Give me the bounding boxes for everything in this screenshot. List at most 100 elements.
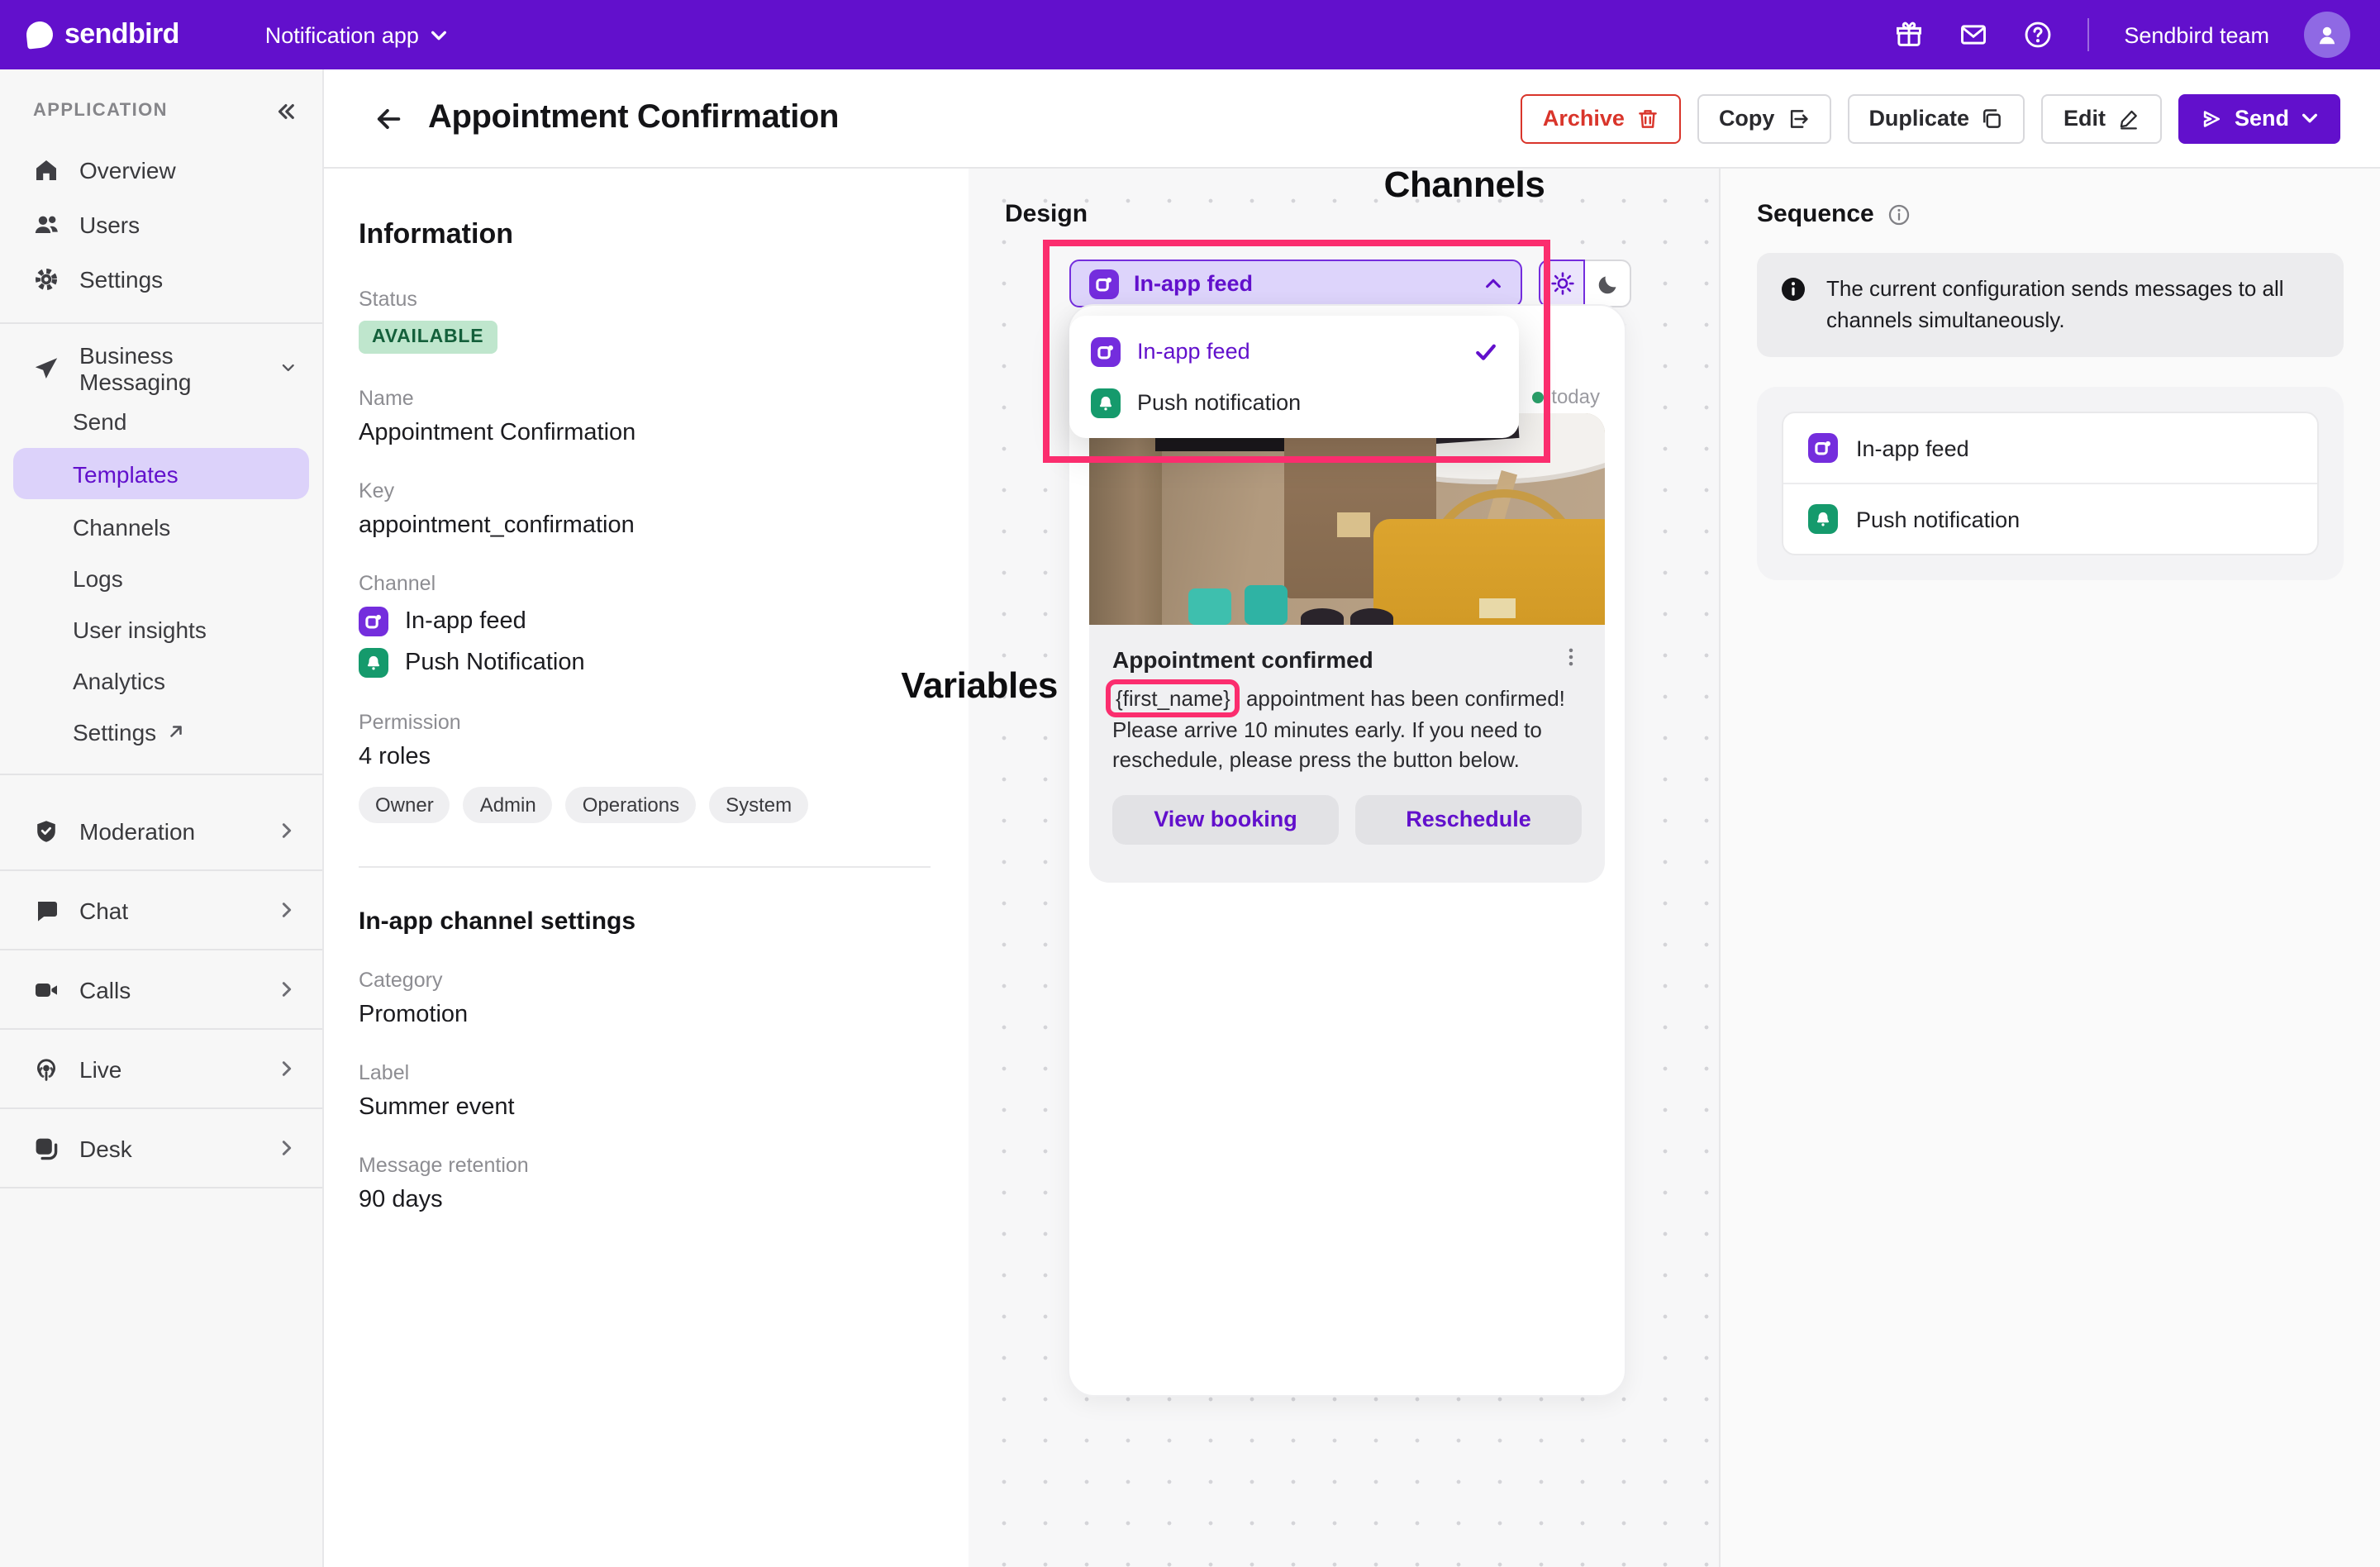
topbar-divider <box>2087 18 2090 51</box>
date-separator: today <box>1531 385 1600 408</box>
duplicate-label: Duplicate <box>1868 106 1969 131</box>
body-text-2: Please arrive 10 minutes early. If you n… <box>1112 717 1542 772</box>
design-canvas: Design In-app feed today Appointment con… <box>969 169 1721 1567</box>
sidebar-item-label: Chat <box>79 897 129 923</box>
name-field: Name Appointment Confirmation <box>359 387 929 446</box>
sidebar-item-send[interactable]: Send <box>0 395 322 446</box>
section-divider <box>359 866 931 868</box>
sidebar-item-label: Settings <box>79 265 164 292</box>
photo-shape <box>1337 512 1370 537</box>
sidebar-item-settings[interactable]: Settings <box>0 251 322 306</box>
sidebar-collapse-button[interactable] <box>274 100 296 121</box>
photo-shape <box>1301 608 1344 625</box>
sequence-channel-label: In-app feed <box>1856 436 1969 460</box>
main-area: Appointment Confirmation Archive Copy Du… <box>324 69 2380 1567</box>
home-icon <box>36 160 56 179</box>
send-icon <box>2203 110 2221 126</box>
app-selector[interactable]: Notification app <box>255 21 459 49</box>
whats-new-button[interactable] <box>1894 20 1924 50</box>
copy-out-icon <box>1790 109 1808 127</box>
avatar[interactable] <box>2304 12 2350 58</box>
channel-field: Channel In-app feed Push Notification <box>359 572 929 678</box>
trash-icon <box>1639 109 1657 127</box>
help-button[interactable] <box>2023 20 2053 50</box>
role-chip: Admin <box>463 787 553 823</box>
sidebar-item-chat[interactable]: Chat <box>0 871 322 949</box>
in-app-settings-title: In-app channel settings <box>359 907 636 936</box>
sidebar-item-templates[interactable]: Templates <box>13 448 309 499</box>
info-icon <box>1888 203 1909 225</box>
kebab-menu-button[interactable] <box>1560 646 1582 668</box>
menu-item-label: In-app feed <box>1137 339 1250 364</box>
channel-in-app-feed: In-app feed <box>359 607 929 636</box>
photo-shape <box>1188 588 1231 625</box>
chevron-down-icon <box>431 30 447 40</box>
sidebar-item-overview[interactable]: Overview <box>0 142 322 197</box>
preview-photo <box>1089 413 1605 625</box>
label-field: Label Summer event <box>359 1061 929 1121</box>
light-mode-button[interactable] <box>1539 260 1585 307</box>
name-value: Appointment Confirmation <box>359 420 636 446</box>
archive-button[interactable]: Archive <box>1521 93 1681 143</box>
dark-mode-button[interactable] <box>1585 260 1631 307</box>
app-selector-label: Notification app <box>264 22 419 47</box>
users-icon <box>35 215 58 232</box>
photo-shape <box>1089 413 1162 625</box>
push-notification-icon <box>1091 388 1121 417</box>
sidebar-item-channels[interactable]: Channels <box>0 501 322 552</box>
channel-push-notification: Push Notification <box>359 648 929 678</box>
sidebar-item-logs[interactable]: Logs <box>0 552 322 603</box>
notification-card: Appointment confirmed {first_name} appoi… <box>1089 625 1605 883</box>
menu-item-in-app-feed[interactable]: In-app feed <box>1069 326 1519 377</box>
sidebar: APPLICATION Overview Users Settings Busi… <box>0 69 324 1567</box>
channel-label: Channel <box>359 572 436 595</box>
edit-button[interactable]: Edit <box>2041 93 2162 143</box>
photo-shape <box>1350 608 1393 625</box>
sidebar-item-label: Calls <box>79 976 131 1003</box>
sidebar-item-label: Settings <box>73 718 157 745</box>
sidebar-divider <box>0 1187 322 1188</box>
header-actions: Archive Copy Duplicate Edit Send <box>1521 93 2340 143</box>
retention-label: Message retention <box>359 1154 529 1177</box>
key-label: Key <box>359 479 395 502</box>
back-button[interactable] <box>374 103 403 133</box>
sidebar-item-bm-settings[interactable]: Settings <box>0 706 322 757</box>
channel-dropdown[interactable]: In-app feed <box>1069 260 1522 307</box>
role-chip: Owner <box>359 787 450 823</box>
sidebar-item-desk[interactable]: Desk <box>0 1109 322 1187</box>
pencil-icon <box>2120 109 2137 129</box>
sidebar-item-user-insights[interactable]: User insights <box>0 603 322 655</box>
copy-button[interactable]: Copy <box>1697 93 1831 143</box>
sidebar-item-label: Desk <box>79 1135 132 1161</box>
body-text: appointment has been confirmed! <box>1240 686 1565 711</box>
sidebar-item-calls[interactable]: Calls <box>0 950 322 1028</box>
channel-dropdown-value: In-app feed <box>1134 271 1254 296</box>
inbox-button[interactable] <box>1959 20 1988 50</box>
design-panel-label: Design <box>1005 200 1088 228</box>
in-app-feed-icon <box>359 607 388 636</box>
edit-label: Edit <box>2063 106 2106 131</box>
sidebar-item-analytics[interactable]: Analytics <box>0 655 322 706</box>
top-nav: sendbird Notification app Sendbird team <box>0 0 2380 69</box>
view-booking-button[interactable]: View booking <box>1112 794 1339 844</box>
sidebar-item-business-messaging[interactable]: Business Messaging <box>0 341 322 395</box>
photo-shape <box>1245 585 1288 625</box>
menu-item-push-notification[interactable]: Push notification <box>1069 377 1519 428</box>
sidebar-item-moderation[interactable]: Moderation <box>0 792 322 869</box>
label-value: Summer event <box>359 1094 515 1121</box>
notification-body: {first_name} appointment has been confir… <box>1106 679 1582 776</box>
sidebar-item-label: Live <box>79 1055 122 1082</box>
duplicate-button[interactable]: Duplicate <box>1847 93 2025 143</box>
channel-value: Push Notification <box>405 650 585 676</box>
sequence-channel-push-notification: Push notification <box>1783 484 2317 554</box>
sun-icon <box>1550 272 1573 295</box>
chevron-down-icon <box>2302 113 2317 123</box>
paper-plane-icon <box>35 357 58 378</box>
reschedule-button[interactable]: Reschedule <box>1355 794 1582 844</box>
sidebar-item-live[interactable]: Live <box>0 1030 322 1107</box>
send-button[interactable]: Send <box>2178 93 2340 143</box>
sequence-channel-label: Push notification <box>1856 507 2021 531</box>
sidebar-item-label: Moderation <box>79 817 196 844</box>
account-name: Sendbird team <box>2124 22 2269 47</box>
sidebar-item-users[interactable]: Users <box>0 197 322 251</box>
